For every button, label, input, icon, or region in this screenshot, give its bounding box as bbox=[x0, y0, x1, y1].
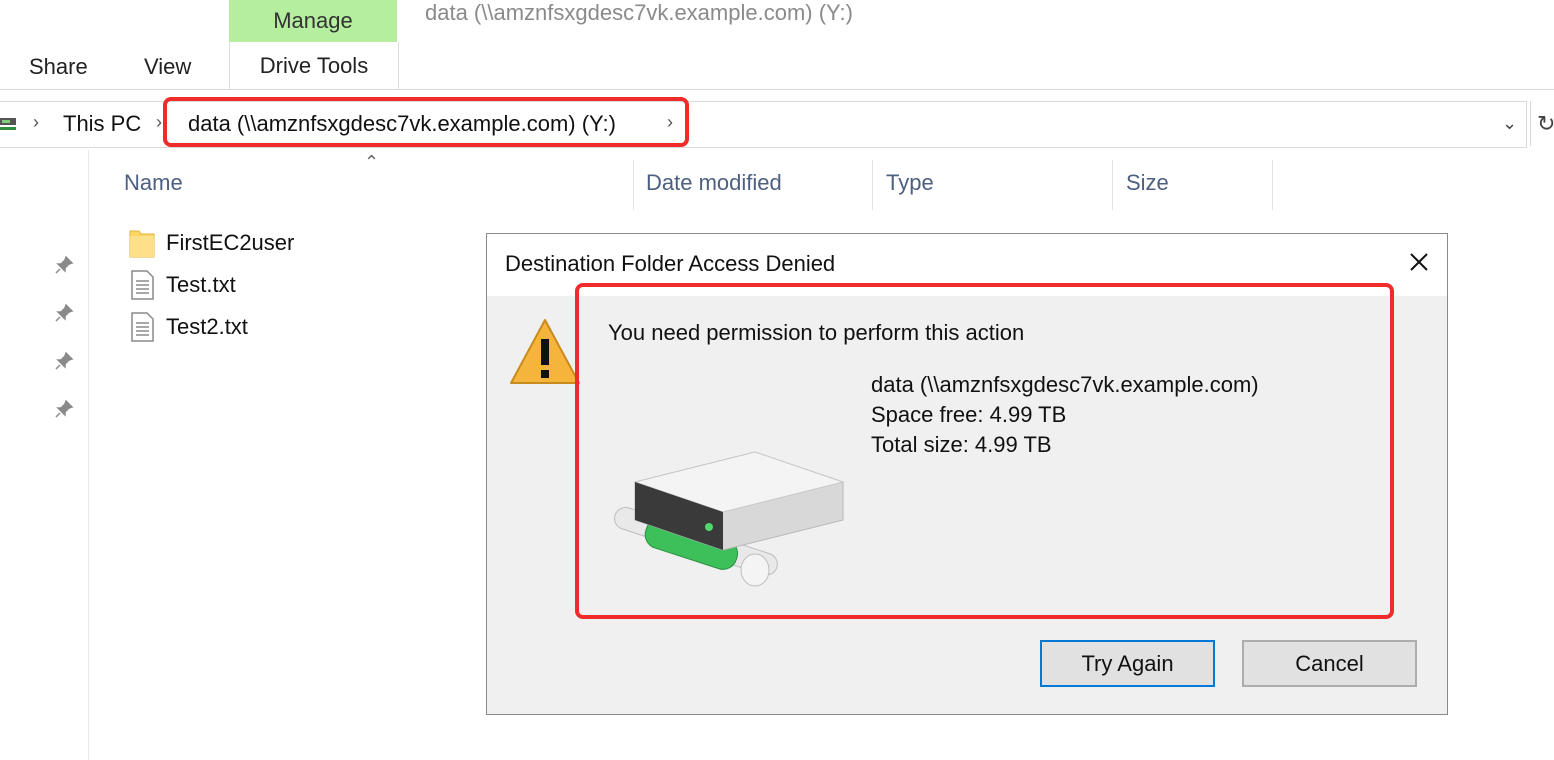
window-title: data (\\amznfsxgdesc7vk.example.com) (Y:… bbox=[425, 0, 853, 25]
column-header-type[interactable]: Type bbox=[886, 170, 934, 196]
manage-contextual-tab[interactable]: Manage bbox=[229, 0, 397, 42]
refresh-icon[interactable]: ↻ bbox=[1530, 101, 1554, 146]
column-separator[interactable] bbox=[633, 160, 634, 210]
warning-icon bbox=[510, 319, 580, 384]
file-name: Test.txt bbox=[166, 272, 236, 297]
pin-icon[interactable] bbox=[54, 303, 74, 323]
breadcrumb-this-pc[interactable]: This PC bbox=[63, 110, 141, 138]
column-header-name[interactable]: Name bbox=[124, 170, 183, 196]
breadcrumb-chevron-icon[interactable]: › bbox=[156, 112, 162, 133]
close-icon[interactable] bbox=[1403, 246, 1435, 278]
column-header-size[interactable]: Size bbox=[1126, 170, 1169, 196]
list-item[interactable]: Test2.txt bbox=[128, 310, 248, 344]
tab-drive-tools[interactable]: Drive Tools bbox=[229, 42, 399, 90]
pin-icon[interactable] bbox=[54, 255, 74, 275]
dialog-title: Destination Folder Access Denied bbox=[505, 251, 836, 276]
sort-ascending-icon: ⌃ bbox=[364, 152, 380, 172]
try-again-button[interactable]: Try Again bbox=[1040, 640, 1215, 687]
ribbon-divider bbox=[0, 89, 1554, 90]
path-highlight-box bbox=[163, 97, 689, 147]
folder-icon bbox=[129, 230, 155, 258]
tab-view[interactable]: View bbox=[144, 46, 191, 88]
network-drive-icon bbox=[614, 451, 845, 587]
text-file-icon bbox=[131, 312, 154, 342]
network-drive-icon bbox=[0, 118, 16, 130]
column-separator[interactable] bbox=[872, 160, 873, 210]
column-separator[interactable] bbox=[1112, 160, 1113, 210]
pin-icon[interactable] bbox=[54, 399, 74, 419]
breadcrumb-chevron-icon[interactable]: › bbox=[33, 112, 39, 133]
total-size: Total size: 4.99 TB bbox=[871, 432, 1052, 457]
list-item[interactable]: FirstEC2user bbox=[128, 226, 294, 260]
address-history-dropdown-icon[interactable]: ⌄ bbox=[1502, 113, 1517, 134]
drive-name: data (\\amznfsxgdesc7vk.example.com) bbox=[871, 372, 1259, 397]
tab-share[interactable]: Share bbox=[29, 46, 88, 88]
space-free: Space free: 4.99 TB bbox=[871, 402, 1067, 427]
access-denied-dialog: Destination Folder Access Denied You nee… bbox=[486, 233, 1448, 715]
nav-pane-divider bbox=[88, 150, 89, 760]
dialog-message: You need permission to perform this acti… bbox=[608, 320, 1025, 345]
cancel-button[interactable]: Cancel bbox=[1242, 640, 1417, 687]
column-header-date-modified[interactable]: Date modified bbox=[646, 170, 782, 196]
text-file-icon bbox=[131, 270, 154, 300]
list-item[interactable]: Test.txt bbox=[128, 268, 236, 302]
file-name: Test2.txt bbox=[166, 314, 248, 339]
pin-icon[interactable] bbox=[54, 351, 74, 371]
file-name: FirstEC2user bbox=[166, 230, 295, 255]
column-separator[interactable] bbox=[1272, 160, 1273, 210]
